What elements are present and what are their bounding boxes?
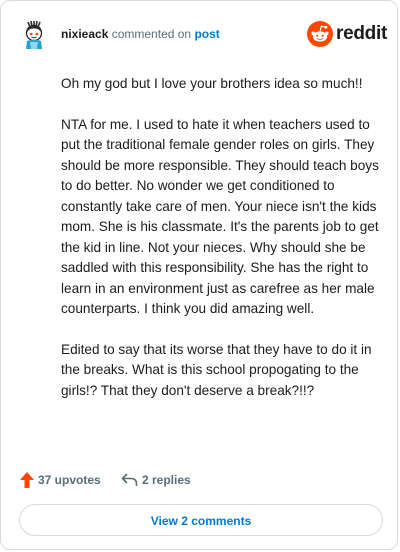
comment-header: nixieack commented on post reddit — [15, 15, 387, 55]
snoo-avatar-icon[interactable] — [19, 19, 49, 49]
reddit-brand[interactable]: reddit — [307, 21, 387, 47]
comment-body: Oh my god but I love your brothers idea … — [61, 74, 379, 421]
comment-footer: 37 upvotes 2 replies — [19, 469, 379, 491]
upvote-count: 37 upvotes — [38, 473, 101, 487]
upvote-arrow-icon — [19, 471, 35, 489]
author-line: nixieack commented on post — [61, 27, 220, 41]
reply-count: 2 replies — [142, 473, 191, 487]
view-comments-button[interactable]: View 2 comments — [19, 504, 383, 536]
comment-action-text: commented on — [111, 27, 192, 41]
comment-paragraph: Oh my god but I love your brothers idea … — [61, 76, 363, 91]
post-link[interactable]: post — [194, 27, 219, 41]
reddit-wordmark: reddit — [336, 23, 387, 44]
author-name[interactable]: nixieack — [61, 27, 108, 41]
comment-card: nixieack commented on post reddit Oh my … — [0, 0, 398, 550]
comment-paragraph: Edited to say that its worse that they h… — [61, 341, 372, 398]
reply-arrow-icon — [121, 472, 138, 488]
reddit-logo-icon — [307, 21, 333, 47]
comment-paragraph: NTA for me. I used to hate it when teach… — [61, 116, 379, 317]
